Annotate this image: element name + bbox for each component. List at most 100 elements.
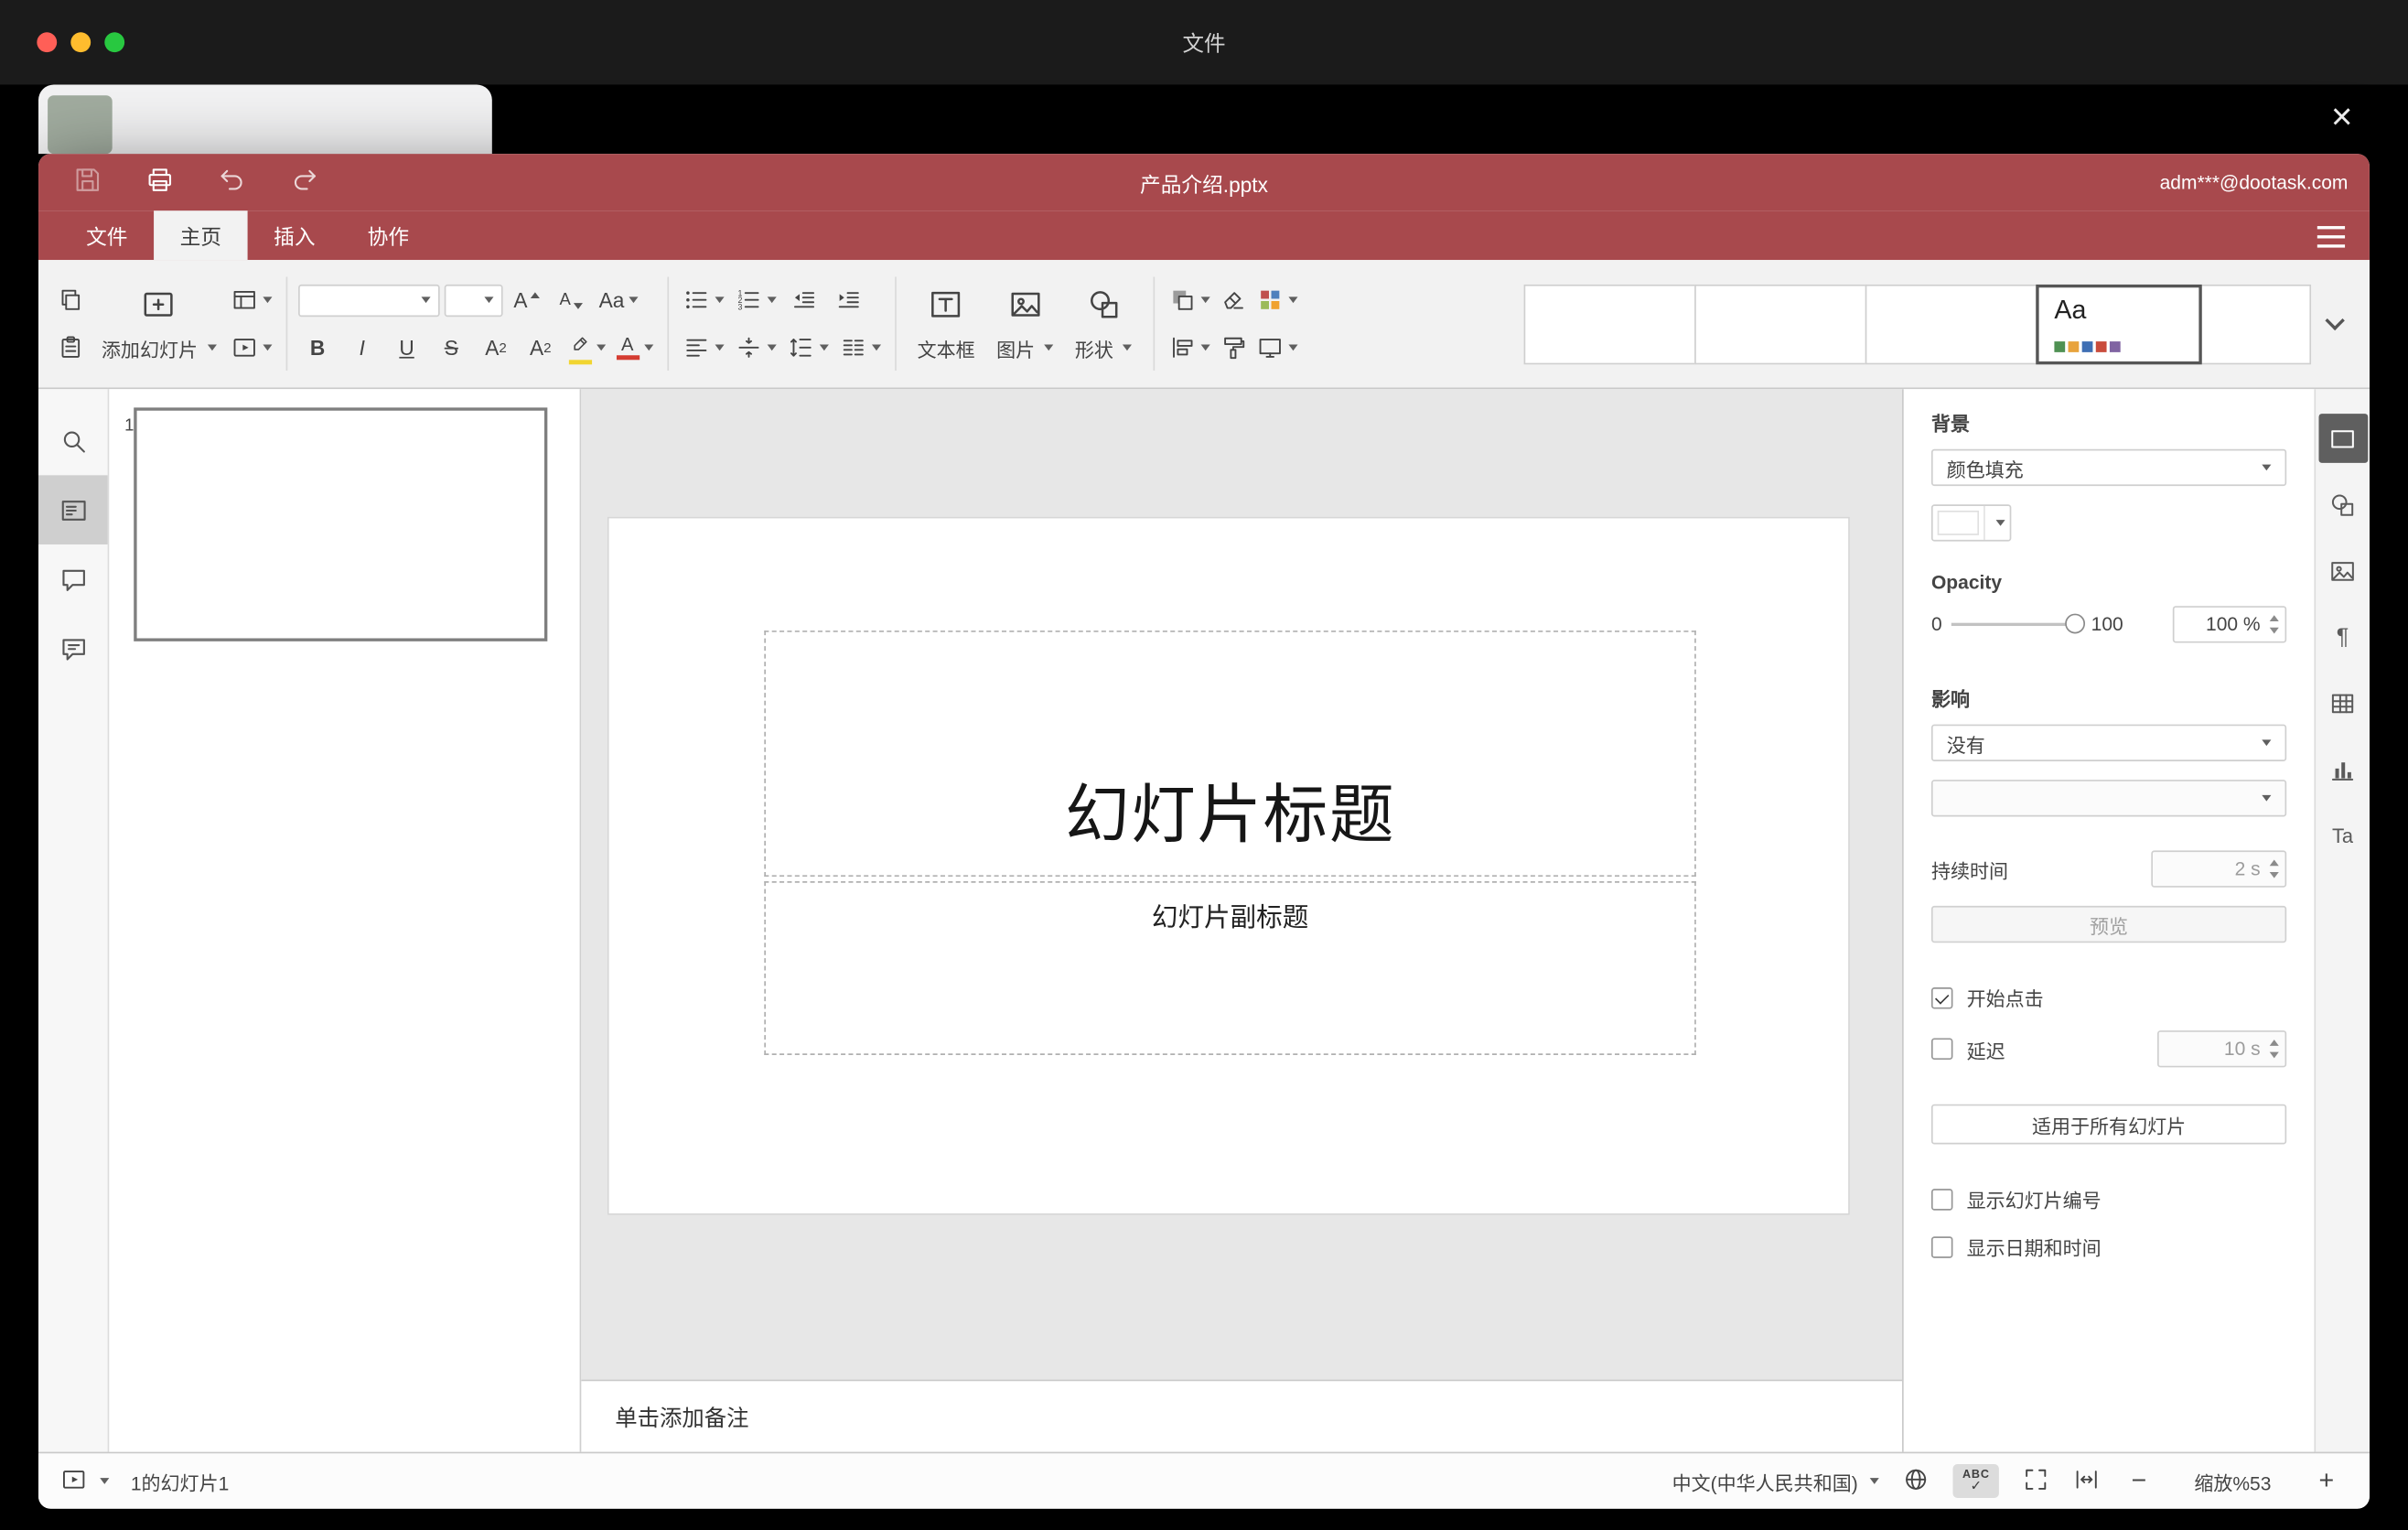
add-slide-button[interactable]: 添加幻灯片 <box>91 286 227 362</box>
show-date-checkbox[interactable] <box>1930 1235 1953 1257</box>
show-slide-number-row[interactable]: 显示幻灯片编号 <box>1930 1184 2286 1213</box>
preview-button[interactable]: 预览 <box>1930 905 2287 943</box>
comments-icon[interactable] <box>38 544 108 614</box>
opacity-value-input[interactable]: 100 % <box>2172 606 2287 643</box>
color-scheme-button[interactable] <box>1253 280 1301 320</box>
bullets-button[interactable] <box>679 280 726 320</box>
increase-indent-button[interactable] <box>828 280 868 320</box>
chat-icon[interactable] <box>38 614 108 684</box>
spinner-up-icon[interactable] <box>2269 615 2279 622</box>
background-fill-select[interactable]: 颜色填充 <box>1930 448 2287 487</box>
table-settings-icon[interactable] <box>2318 678 2368 727</box>
theme-gallery-expand-button[interactable] <box>2311 284 2357 363</box>
insert-columns-button[interactable] <box>835 328 883 368</box>
delay-input[interactable]: 10 s <box>2157 1030 2287 1068</box>
theme-tile-selected[interactable]: Aa <box>2036 284 2202 364</box>
slide-layout-button[interactable] <box>227 280 274 320</box>
undo-icon[interactable] <box>217 165 248 200</box>
superscript-button[interactable]: A2 <box>476 328 516 368</box>
tab-collaboration[interactable]: 协作 <box>341 210 435 260</box>
duration-input[interactable]: 2 s <box>2151 850 2287 888</box>
numbering-button[interactable]: 123 <box>731 280 779 320</box>
show-date-row[interactable]: 显示日期和时间 <box>1930 1232 2286 1261</box>
save-icon[interactable] <box>72 165 103 200</box>
delay-row[interactable]: 延迟 <box>1930 1034 2005 1063</box>
apply-to-all-slides-button[interactable]: 适用于所有幻灯片 <box>1930 1104 2287 1145</box>
start-on-click-checkbox[interactable] <box>1930 986 1953 1008</box>
theme-tile[interactable] <box>1694 284 1867 364</box>
text-art-settings-icon[interactable]: Ta <box>2318 811 2368 860</box>
chart-settings-icon[interactable] <box>2318 744 2368 793</box>
font-color-button[interactable]: A <box>613 328 656 368</box>
spinner-up-icon[interactable] <box>2269 859 2279 867</box>
fit-to-width-icon[interactable] <box>2073 1465 2101 1497</box>
shape-settings-icon[interactable] <box>2318 479 2368 529</box>
language-selector[interactable]: 中文(中华人民共和国) <box>1672 1467 1880 1496</box>
opacity-slider[interactable] <box>1951 613 2085 636</box>
slides-panel-icon[interactable] <box>38 475 108 544</box>
horizontal-align-button[interactable] <box>679 328 726 368</box>
copy-style-button[interactable] <box>1213 328 1253 368</box>
spinner-up-icon[interactable] <box>2269 1040 2279 1046</box>
tab-file[interactable]: 文件 <box>60 210 155 260</box>
copy-icon[interactable] <box>50 280 91 320</box>
start-on-click-row[interactable]: 开始点击 <box>1930 983 2286 1012</box>
bold-button[interactable]: B <box>297 328 338 368</box>
tab-insert[interactable]: 插入 <box>248 210 342 260</box>
slide-settings-icon[interactable] <box>2317 414 2368 463</box>
zoom-out-button[interactable]: − <box>2123 1466 2155 1497</box>
spinner-down-icon[interactable] <box>2269 627 2279 634</box>
italic-button[interactable]: I <box>342 328 382 368</box>
slide-size-button[interactable] <box>1253 328 1301 368</box>
close-icon[interactable]: × <box>2318 95 2364 141</box>
document-language-icon[interactable] <box>1902 1465 1930 1497</box>
notes-area[interactable]: 单击添加备注 <box>581 1379 1903 1452</box>
theme-tile[interactable] <box>1523 284 1696 364</box>
decrease-indent-button[interactable] <box>783 280 823 320</box>
textbox-button[interactable]: 文本框 <box>907 286 986 362</box>
font-size-combo[interactable] <box>443 284 502 317</box>
paste-icon[interactable] <box>50 328 91 368</box>
effect-type-select[interactable] <box>1930 780 2287 817</box>
zoom-in-button[interactable]: + <box>2311 1466 2342 1497</box>
tab-home[interactable]: 主页 <box>154 210 248 261</box>
show-slide-number-checkbox[interactable] <box>1930 1188 1953 1210</box>
line-spacing-button[interactable] <box>783 328 831 368</box>
fit-to-slide-icon[interactable] <box>2022 1465 2049 1497</box>
print-icon[interactable] <box>145 165 176 200</box>
theme-tile[interactable] <box>2200 284 2312 364</box>
decrease-font-button[interactable]: A <box>552 280 592 320</box>
underline-button[interactable]: U <box>387 328 427 368</box>
arrange-shape-button[interactable] <box>1166 280 1213 320</box>
vertical-align-button[interactable] <box>731 328 779 368</box>
slider-knob[interactable] <box>2065 613 2085 634</box>
theme-tile[interactable] <box>1865 284 2037 364</box>
effect-select[interactable]: 没有 <box>1930 724 2287 761</box>
preview-slideshow-button[interactable] <box>227 328 274 368</box>
strikeout-button[interactable]: S <box>431 328 471 368</box>
subtitle-placeholder[interactable]: 幻灯片副标题 <box>764 881 1696 1055</box>
font-name-combo[interactable] <box>297 284 439 317</box>
delay-checkbox[interactable] <box>1930 1038 1953 1061</box>
spinner-down-icon[interactable] <box>2269 871 2279 878</box>
slide-thumbnail[interactable] <box>134 407 548 641</box>
spell-check-icon[interactable]: ABC ✓ <box>1952 1463 1999 1499</box>
search-icon[interactable] <box>38 406 108 476</box>
paragraph-settings-icon[interactable]: ¶ <box>2318 612 2368 662</box>
shape-button[interactable]: 形状 <box>1064 286 1143 362</box>
redo-icon[interactable] <box>289 165 320 200</box>
image-button[interactable]: 图片 <box>985 286 1064 362</box>
spinner-down-icon[interactable] <box>2269 1051 2279 1059</box>
subscript-button[interactable]: A2 <box>521 328 561 368</box>
background-color-picker[interactable] <box>1930 504 2012 542</box>
chevron-down-icon[interactable] <box>100 1478 110 1484</box>
increase-font-button[interactable]: A <box>507 280 547 320</box>
change-case-button[interactable]: Aa <box>596 280 641 320</box>
menu-icon[interactable] <box>2317 226 2346 248</box>
image-settings-icon[interactable] <box>2318 546 2368 596</box>
start-slideshow-icon[interactable] <box>60 1465 88 1497</box>
highlight-color-button[interactable] <box>565 328 608 368</box>
title-placeholder[interactable]: 幻灯片标题 <box>764 630 1696 877</box>
align-shape-button[interactable] <box>1166 328 1213 368</box>
clear-style-button[interactable] <box>1213 280 1253 320</box>
